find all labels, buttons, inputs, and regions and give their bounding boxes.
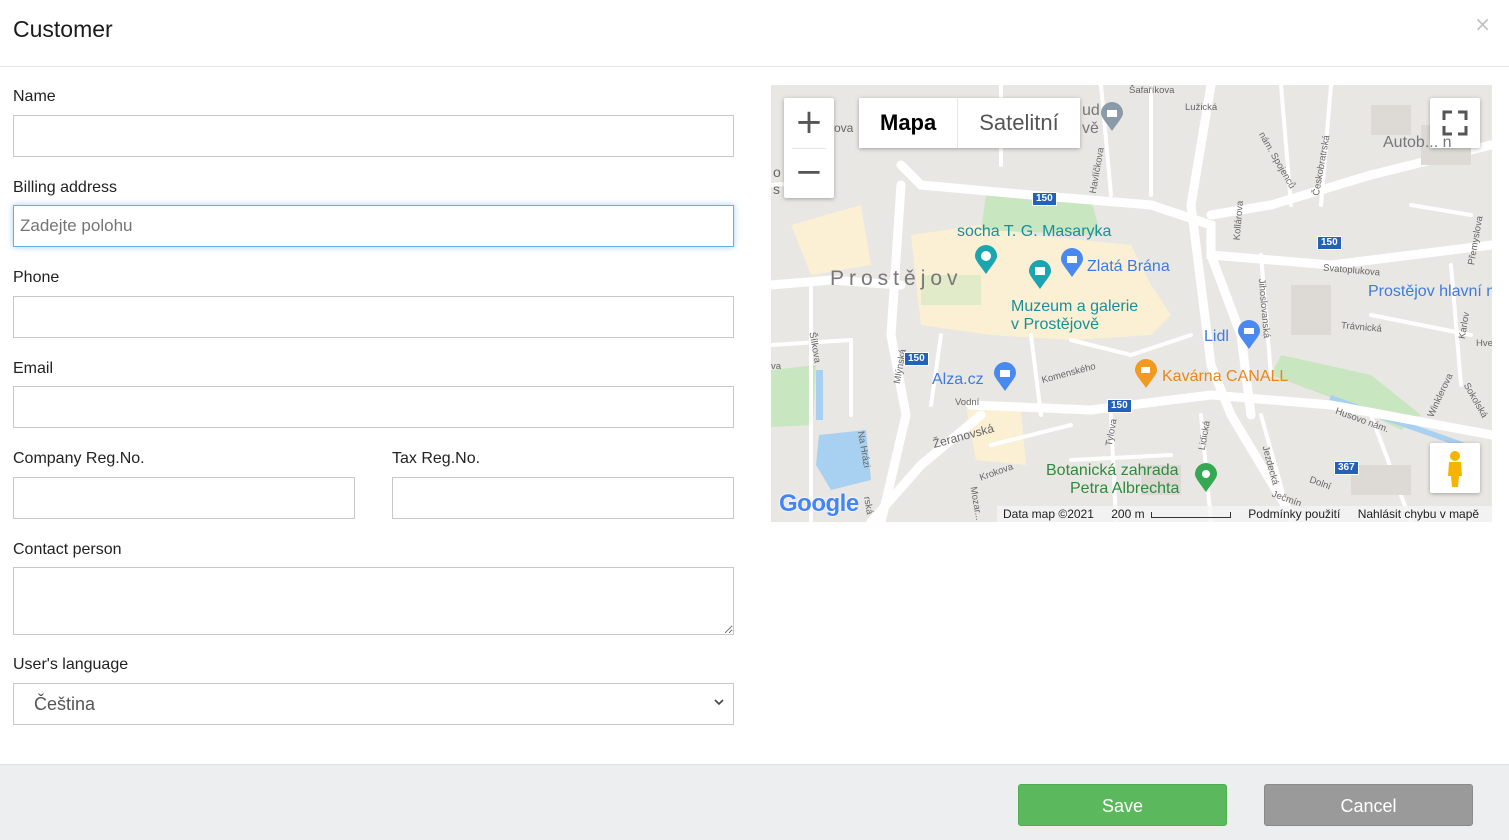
route-shield: 367 <box>1334 461 1359 475</box>
email-label: Email <box>13 360 54 377</box>
name-input[interactable] <box>13 115 734 157</box>
language-select-value: Čeština <box>34 694 96 714</box>
language-label: User's language <box>13 656 129 673</box>
cart-pin-icon[interactable] <box>1237 320 1261 350</box>
landmark-pin-icon <box>1101 102 1123 131</box>
route-shield: 150 <box>1107 399 1132 413</box>
street-label: o <box>773 164 781 180</box>
museum-pin-icon[interactable] <box>1028 260 1052 290</box>
poi-lud-label-2: vě <box>1082 120 1099 137</box>
cancel-button[interactable]: Cancel <box>1264 784 1473 826</box>
email-input[interactable] <box>13 386 734 428</box>
poi-autobus-label: Autob... n <box>1383 134 1452 151</box>
save-button[interactable]: Save <box>1018 784 1227 826</box>
contact-person-textarea[interactable] <box>13 567 734 635</box>
tax-reg-input[interactable] <box>392 477 734 519</box>
street-view-button[interactable] <box>1430 443 1480 493</box>
zoom-control: + − <box>784 98 834 198</box>
close-icon[interactable]: × <box>1474 12 1491 36</box>
poi-botanicka-label-2[interactable]: Petra Albrechta <box>1070 480 1179 498</box>
poi-botanicka-label-1[interactable]: Botanická zahrada <box>1046 462 1179 480</box>
poi-muzeum-label-1[interactable]: Muzeum a galerie <box>1011 298 1138 316</box>
map-type-satellite-button[interactable]: Satelitní <box>958 98 1080 148</box>
poi-hlavni-label[interactable]: Prostějov hlavní n <box>1368 283 1492 301</box>
poi-zlata-brana-label[interactable]: Zlatá Brána <box>1087 258 1170 276</box>
map-scale-bar <box>1150 511 1231 518</box>
poi-lidl-label[interactable]: Lidl <box>1204 328 1229 346</box>
company-reg-input[interactable] <box>13 477 355 519</box>
street-label: ova <box>834 121 854 135</box>
map-scale-text[interactable]: 200 m <box>1111 507 1144 521</box>
street-label: Šafaříkova <box>1129 85 1175 96</box>
street-label: s <box>773 181 780 197</box>
shopping-pin-icon[interactable] <box>1060 248 1084 278</box>
map-attribution: Data map ©2021 200 m Podmínky použití Na… <box>997 506 1492 522</box>
phone-label: Phone <box>13 269 60 286</box>
map-report-link[interactable]: Nahlásit chybu v mapě <box>1358 507 1479 521</box>
street-label: Vodní <box>955 397 980 408</box>
billing-address-input[interactable] <box>13 205 734 247</box>
google-logo-text: Google <box>779 490 859 517</box>
map-type-control: Mapa Satelitní <box>859 98 1080 148</box>
zoom-out-button[interactable]: − <box>784 148 834 198</box>
map[interactable]: + − Mapa Satelitní Prostějov socha T. G.… <box>771 85 1492 522</box>
map-terms-link[interactable]: Podmínky použití <box>1248 507 1340 521</box>
poi-masaryk-label[interactable]: socha T. G. Masaryka <box>957 223 1111 241</box>
billing-address-label: Billing address <box>13 179 118 196</box>
dialog-header: Customer × <box>0 0 1509 67</box>
chevron-down-icon <box>714 699 724 706</box>
google-logo[interactable]: Google <box>779 490 859 518</box>
contact-person-label: Contact person <box>13 541 122 558</box>
tax-reg-label: Tax Reg.No. <box>392 450 481 467</box>
street-label: Hve <box>1476 338 1492 349</box>
zoom-in-button[interactable]: + <box>784 98 834 148</box>
street-label: Lužická <box>1185 102 1218 113</box>
poi-muzeum-label-2[interactable]: v Prostějově <box>1011 316 1099 334</box>
pegman-icon <box>1448 451 1462 487</box>
customer-dialog: Customer × Name Billing address Phone Em… <box>0 0 1509 840</box>
map-city-label: Prostějov <box>830 267 963 290</box>
poi-kavarna-label[interactable]: Kavárna CANALL <box>1162 368 1288 386</box>
map-type-map-button[interactable]: Mapa <box>859 98 959 148</box>
map-data-text: Data map ©2021 <box>1003 507 1094 521</box>
dialog-footer: Save Cancel <box>0 764 1509 840</box>
garden-pin-icon[interactable] <box>1194 463 1218 493</box>
monument-pin-icon[interactable] <box>974 245 998 275</box>
poi-lud-label-1: ud <box>1082 102 1100 119</box>
dialog-title: Customer <box>13 16 113 42</box>
company-reg-label: Company Reg.No. <box>13 450 145 467</box>
language-select[interactable]: Čeština <box>13 683 734 725</box>
name-label: Name <box>13 88 56 105</box>
cafe-pin-icon[interactable] <box>1134 359 1158 389</box>
route-shield: 150 <box>904 352 929 366</box>
route-shield: 150 <box>1032 192 1057 206</box>
shop-pin-icon[interactable] <box>993 362 1017 392</box>
phone-input[interactable] <box>13 296 734 338</box>
street-label: va <box>771 361 782 372</box>
poi-alza-label[interactable]: Alza.cz <box>932 371 984 389</box>
route-shield: 150 <box>1317 236 1342 250</box>
